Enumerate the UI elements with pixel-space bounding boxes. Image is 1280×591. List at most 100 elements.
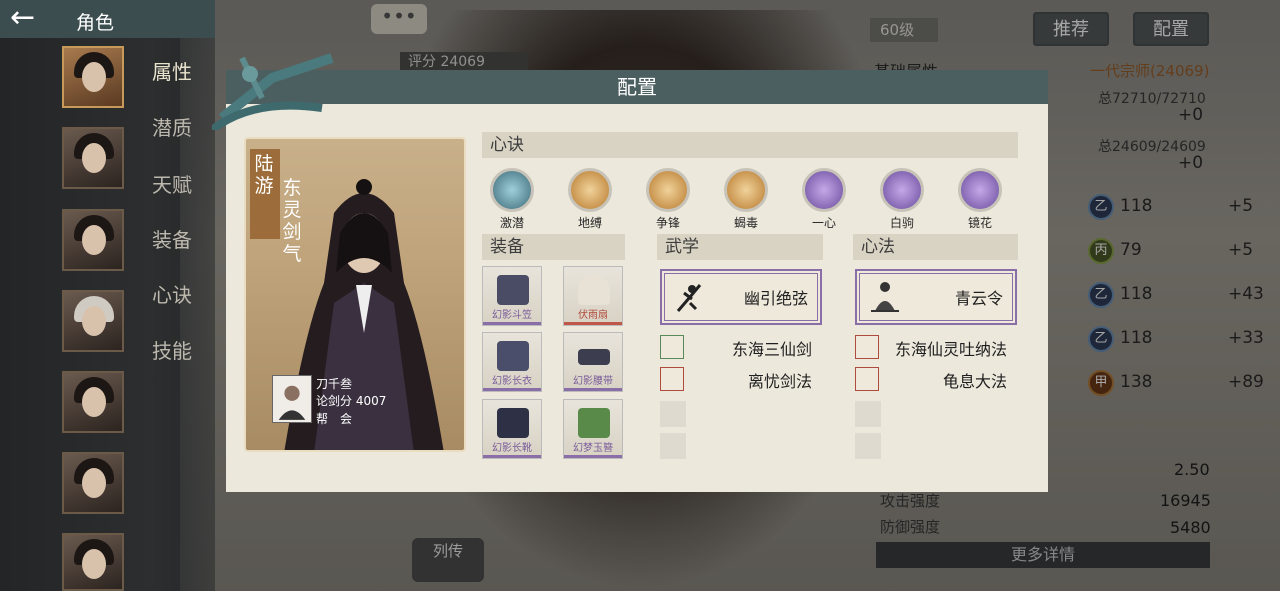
xinjue-slot[interactable]: 一心 xyxy=(794,168,854,231)
xinjue-label: 地缚 xyxy=(577,216,602,230)
skill-name: 龟息大法 xyxy=(943,372,1008,391)
player-avatar xyxy=(272,375,312,423)
xinjue-label: 白驹 xyxy=(889,216,914,230)
skill-name: 离忧剑法 xyxy=(748,372,813,391)
rarity-bar xyxy=(564,455,622,458)
guild-label: 帮 会 xyxy=(316,412,353,426)
character-portrait[interactable] xyxy=(62,452,124,514)
equip-label: 幻影长衣 xyxy=(492,376,532,387)
flame-icon xyxy=(802,168,846,212)
equip-slot-fan[interactable]: 伏雨扇 xyxy=(563,266,623,326)
xinfa-skill-1[interactable]: 东海仙灵吐纳法 xyxy=(855,335,1025,361)
character-name: 陆游 xyxy=(254,153,274,197)
fan-icon xyxy=(578,275,610,305)
character-portrait[interactable] xyxy=(62,209,124,271)
xinjue-slot[interactable]: 镜花 xyxy=(950,168,1010,231)
player-name: 刀千叁 xyxy=(316,377,353,391)
xinjue-label: 争锋 xyxy=(655,216,680,230)
tab-xinjue[interactable]: 心诀 xyxy=(152,279,192,308)
tab-talent[interactable]: 天赋 xyxy=(152,169,192,198)
boots-icon xyxy=(497,408,529,438)
skill-icon xyxy=(855,335,879,359)
xinjue-slot[interactable]: 白驹 xyxy=(872,168,932,231)
xinjue-slot[interactable]: 争锋 xyxy=(638,168,698,231)
swirl-icon xyxy=(490,168,534,212)
equip-label: 幻影腰带 xyxy=(573,376,613,387)
portrait-face xyxy=(82,468,106,498)
xinjue-label: 镜花 xyxy=(967,216,992,230)
skill-name: 东海仙灵吐纳法 xyxy=(895,340,1008,359)
xinjue-slot[interactable]: 蝎毒 xyxy=(716,168,776,231)
tab-skills[interactable]: 技能 xyxy=(152,335,192,364)
skill-icon xyxy=(855,367,879,391)
scorpion-icon xyxy=(724,168,768,212)
hairpin-icon xyxy=(578,408,610,438)
character-title: 东灵剑气 xyxy=(282,177,302,265)
swordsman-icon xyxy=(676,284,702,312)
character-card: 陆游 东灵剑气 刀千叁 论剑分 4007 帮 会 xyxy=(244,137,466,452)
character-portrait[interactable] xyxy=(62,127,124,189)
equip-label: 幻影斗笠 xyxy=(492,310,532,321)
skill-name: 青云令 xyxy=(954,289,1003,308)
tab-equipment[interactable]: 装备 xyxy=(152,224,192,253)
rarity-bar xyxy=(564,322,622,325)
equip-slot-hairpin[interactable]: 幻梦玉簪 xyxy=(563,399,623,459)
moon-icon xyxy=(958,168,1002,212)
top-bar: ← 角色 xyxy=(0,0,215,38)
skill-icon xyxy=(660,335,684,359)
portrait-face xyxy=(82,62,106,92)
wuxue-header: 武学 xyxy=(657,234,823,260)
xinfa-skill-2[interactable]: 龟息大法 xyxy=(855,367,1025,393)
character-portrait[interactable] xyxy=(62,290,124,352)
back-arrow-icon[interactable]: ← xyxy=(10,3,56,34)
rating-label: 论剑分 xyxy=(316,394,353,408)
equip-slot-boots[interactable]: 幻影长靴 xyxy=(482,399,542,459)
rating-value: 4007 xyxy=(355,394,387,408)
wuxue-skill-1[interactable]: 东海三仙剑 xyxy=(660,335,830,361)
xinjue-slot[interactable]: 激潜 xyxy=(482,168,542,231)
equip-slot-belt[interactable]: 幻影腰带 xyxy=(563,332,623,392)
skill-name: 东海三仙剑 xyxy=(732,340,813,359)
xinjue-header: 心诀 xyxy=(482,132,1018,158)
hat-icon xyxy=(497,275,529,305)
xinjue-label: 激潜 xyxy=(499,216,524,230)
xinjue-label: 一心 xyxy=(811,216,836,230)
tab-attributes[interactable]: 属性 xyxy=(152,56,192,85)
empty-skill-slot[interactable] xyxy=(855,433,881,459)
empty-skill-slot[interactable] xyxy=(855,401,881,427)
xinfa-main-skill[interactable]: 青云令 xyxy=(855,269,1017,325)
portrait-face xyxy=(82,225,106,255)
xinjue-label: 蝎毒 xyxy=(733,216,758,230)
rarity-bar xyxy=(483,388,541,391)
portrait-face xyxy=(82,306,106,336)
portrait-face xyxy=(82,143,106,173)
swirl-icon xyxy=(568,168,612,212)
character-portrait[interactable] xyxy=(62,371,124,433)
character-portrait[interactable] xyxy=(62,46,124,108)
modal-title: 配置 xyxy=(226,70,1048,104)
equip-slot-robe[interactable]: 幻影长衣 xyxy=(482,332,542,392)
meditation-icon xyxy=(871,282,899,312)
xinfa-header: 心法 xyxy=(853,234,1018,260)
wuxue-main-skill[interactable]: 幽引绝弦 xyxy=(660,269,822,325)
equip-label: 伏雨扇 xyxy=(578,310,608,321)
horse-icon xyxy=(880,168,924,212)
rating-row: 论剑分 4007 xyxy=(316,392,386,409)
equip-slot-hat[interactable]: 幻影斗笠 xyxy=(482,266,542,326)
robe-icon xyxy=(497,341,529,371)
rarity-bar xyxy=(483,322,541,325)
character-portrait[interactable] xyxy=(62,533,124,591)
empty-skill-slot[interactable] xyxy=(660,401,686,427)
player-portrait-icon xyxy=(278,385,306,420)
xinjue-slot[interactable]: 地缚 xyxy=(560,168,620,231)
page-title: 角色 xyxy=(76,12,115,34)
belt-icon xyxy=(578,349,610,365)
tab-potential[interactable]: 潜质 xyxy=(152,112,192,141)
portrait-face xyxy=(82,549,106,579)
sword-decoration-icon xyxy=(212,53,334,130)
rarity-bar xyxy=(564,388,622,391)
wuxue-skill-2[interactable]: 离忧剑法 xyxy=(660,367,830,393)
skill-icon xyxy=(660,367,684,391)
fist-icon xyxy=(646,168,690,212)
empty-skill-slot[interactable] xyxy=(660,433,686,459)
